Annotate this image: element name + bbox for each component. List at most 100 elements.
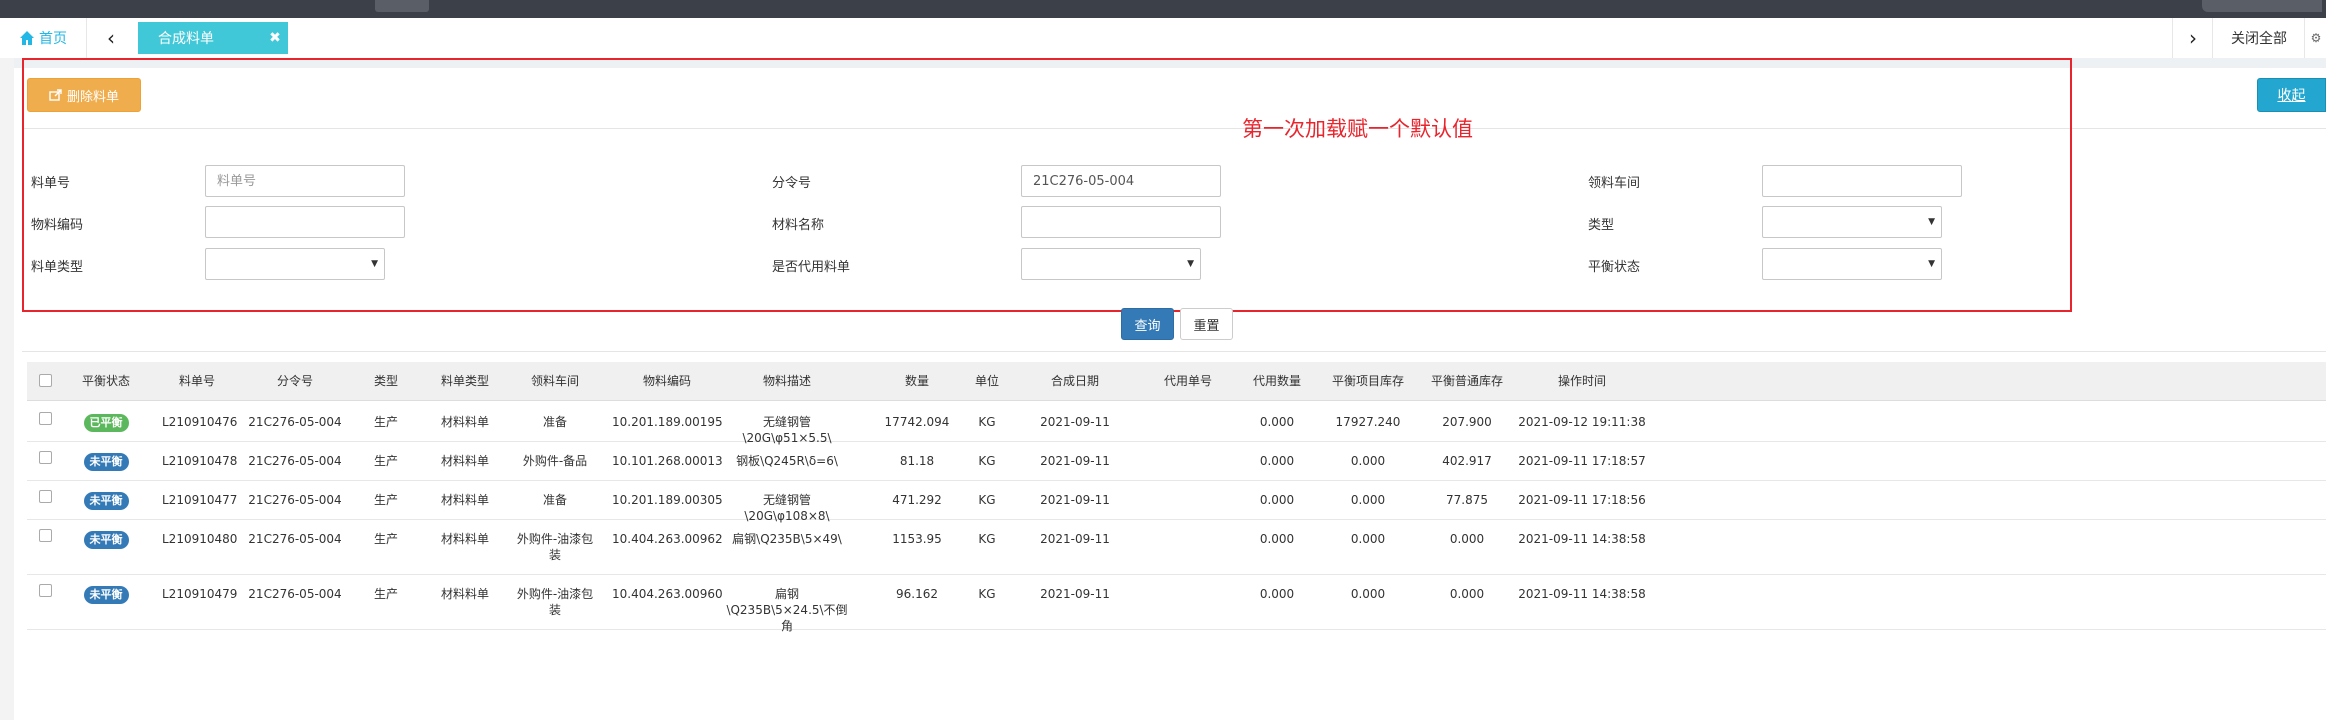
col-unit-cell: KG	[978, 415, 996, 429]
close-icon[interactable]: ✖	[262, 30, 288, 46]
col-operation-time-cell: 2021-09-11 14:38:58	[1518, 532, 1646, 546]
col-operation-time-cell: 2021-09-11 17:18:57	[1518, 454, 1646, 468]
col-workshop-cell: 外购件-油漆包装	[516, 587, 594, 617]
col-unit-header[interactable]: 单位	[967, 362, 1007, 400]
top-strip-tab[interactable]	[375, 0, 429, 12]
material-code-input[interactable]	[205, 206, 405, 238]
status-badge: 未平衡	[83, 586, 129, 604]
tabs-scroll-right-button[interactable]: ›	[2172, 18, 2213, 58]
table-top-divider	[22, 351, 2326, 352]
col-sub-order-header[interactable]: 分令号	[245, 362, 345, 400]
col-type-cell: 生产	[373, 587, 398, 601]
table-row[interactable]: 未平衡 L210910478 21C276-05-004 生产 材料料单 外购件-备品 10…	[27, 441, 2326, 481]
col-balance-project-stock-cell: 0.000	[1350, 493, 1386, 507]
col-balance-project-stock-cell: 0.000	[1350, 532, 1386, 546]
row-checkbox[interactable]	[39, 451, 52, 464]
tab-home[interactable]: 首页	[0, 18, 87, 58]
col-workshop-cell: 外购件-油漆包装	[516, 532, 594, 562]
user-avatar-area[interactable]	[2202, 0, 2322, 12]
workshop-input[interactable]	[1762, 165, 1962, 197]
toolbar-divider-right	[2072, 128, 2326, 129]
col-substitute-qty-header[interactable]: 代用数量	[1237, 362, 1317, 400]
tab-compose-order-label: 合成料单	[158, 31, 214, 47]
order-type-select[interactable]: ▼	[205, 248, 385, 280]
collapse-button[interactable]: 收起	[2257, 78, 2326, 112]
type-label: 类型	[1588, 218, 1615, 233]
table-row[interactable]: 未平衡 L210910480 21C276-05-004 生产 材料料单 外购件-油漆包装…	[27, 519, 2326, 575]
col-order-type-cell: 材料料单	[440, 493, 489, 507]
row-checkbox[interactable]	[39, 490, 52, 503]
status-badge: 未平衡	[83, 492, 129, 510]
col-material-code-cell: 10.201.189.00195	[612, 415, 723, 429]
col-unit-cell: KG	[978, 493, 996, 507]
order-no-input[interactable]	[205, 165, 405, 197]
table-row[interactable]: 已平衡 L210910476 21C276-05-004 生产 材料料单 准备 10.201…	[27, 402, 2326, 445]
col-order-no-header[interactable]: 料单号	[162, 362, 232, 400]
col-quantity-cell: 81.18	[899, 454, 935, 468]
col-material-desc-header[interactable]: 物料描述	[722, 362, 852, 400]
col-material-code-cell: 10.404.263.00960	[612, 587, 723, 601]
col-material-desc-cell: 扁钢\Q235B\5×49\	[732, 532, 842, 546]
sub-order-label: 分令号	[772, 176, 812, 191]
balance-status-cell: 未平衡	[71, 492, 141, 510]
col-compose-date-cell: 2021-09-11	[1040, 454, 1110, 468]
col-balance-normal-stock-header[interactable]: 平衡普通库存	[1422, 362, 1512, 400]
col-operation-time-cell: 2021-09-11 17:18:56	[1518, 493, 1646, 507]
col-material-code-cell: 10.404.263.00962	[612, 532, 723, 546]
material-name-input[interactable]	[1021, 206, 1221, 238]
row-checkbox[interactable]	[39, 412, 52, 425]
balance-status-select[interactable]: ▼	[1762, 248, 1942, 280]
col-compose-date-header[interactable]: 合成日期	[1030, 362, 1120, 400]
col-type-cell: 生产	[373, 532, 398, 546]
col-type-header[interactable]: 类型	[361, 362, 411, 400]
col-balance-normal-stock-cell: 77.875	[1446, 493, 1488, 507]
substitute-select[interactable]: ▼	[1021, 248, 1201, 280]
col-quantity-header[interactable]: 数量	[882, 362, 952, 400]
caret-down-icon: ▼	[1928, 217, 1935, 227]
col-sub-order-cell: 21C276-05-004	[248, 493, 342, 507]
col-quantity-cell: 471.292	[892, 493, 942, 507]
annotation-note: 第一次加载赋一个默认值	[1242, 117, 1473, 141]
col-unit-cell: KG	[978, 532, 996, 546]
row-checkbox[interactable]	[39, 584, 52, 597]
col-balance-project-stock-header[interactable]: 平衡项目库存	[1323, 362, 1413, 400]
col-order-no-cell: L210910477	[162, 493, 238, 507]
col-material-code-header[interactable]: 物料编码	[612, 362, 722, 400]
col-balance-status-header[interactable]: 平衡状态	[71, 362, 141, 400]
row-checkbox[interactable]	[39, 529, 52, 542]
col-substitute-no-header[interactable]: 代用单号	[1148, 362, 1228, 400]
col-type-cell: 生产	[373, 415, 398, 429]
select-all-checkbox[interactable]	[39, 374, 52, 387]
reset-button[interactable]: 重置	[1180, 308, 1233, 340]
col-balance-project-stock-cell: 0.000	[1350, 454, 1386, 468]
content-top-strip	[0, 58, 2326, 68]
col-quantity-cell: 17742.094	[884, 415, 950, 429]
col-operation-time-header[interactable]: 操作时间	[1517, 362, 1647, 400]
col-order-type-header[interactable]: 料单类型	[430, 362, 500, 400]
col-substitute-qty-cell: 0.000	[1259, 532, 1295, 546]
close-all-tabs-button[interactable]: 关闭全部	[2212, 18, 2305, 58]
table-row[interactable]: 未平衡 L210910477 21C276-05-004 生产 材料料单 准备 10.201…	[27, 480, 2326, 523]
order-no-label: 料单号	[31, 176, 71, 191]
col-substitute-qty-cell: 0.000	[1259, 415, 1295, 429]
settings-gear-icon[interactable]: ⚙	[2304, 18, 2326, 58]
col-quantity-cell: 1153.95	[892, 532, 942, 546]
tabs-scroll-left-button[interactable]: ‹	[86, 18, 136, 58]
col-order-type-cell: 材料料单	[440, 454, 489, 468]
col-sub-order-cell: 21C276-05-004	[248, 415, 342, 429]
col-balance-project-stock-cell: 17927.240	[1335, 415, 1401, 429]
query-button[interactable]: 查询	[1121, 308, 1174, 340]
type-select[interactable]: ▼	[1762, 206, 1942, 238]
col-material-desc-cell: 钢板\Q245R\δ=6\	[736, 454, 838, 468]
col-order-no-cell: L210910478	[162, 454, 238, 468]
col-workshop-header[interactable]: 领料车间	[515, 362, 595, 400]
table-row[interactable]: 未平衡 L210910479 21C276-05-004 生产 材料料单 外购件-油漆包装…	[27, 574, 2326, 633]
col-unit-cell: KG	[978, 587, 996, 601]
delete-order-button[interactable]: 删除料单	[27, 78, 141, 112]
col-operation-time-cell: 2021-09-12 19:11:38	[1518, 415, 1646, 429]
col-material-desc-cell: 扁钢\Q235B\5×24.5\不倒角	[726, 587, 848, 633]
col-order-no-cell: L210910480	[162, 532, 238, 546]
tab-compose-order[interactable]: 合成料单 ✖	[138, 22, 288, 54]
sub-order-input[interactable]	[1021, 165, 1221, 197]
table-header: 平衡状态 料单号 分令号 类型 料单类型 领料车间 物料编码 物料描述 数量 单位 合成日期 代用单号…	[27, 362, 2326, 401]
